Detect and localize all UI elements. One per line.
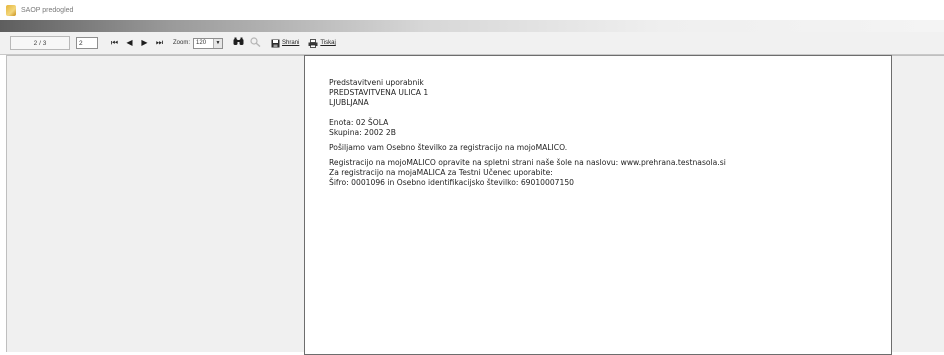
recipient-street: PREDSTAVITVENA ULICA 1 bbox=[329, 88, 429, 97]
chevron-down-icon[interactable]: ▼ bbox=[213, 38, 223, 48]
page-count-display: 2 / 3 bbox=[10, 36, 70, 50]
find-next-icon bbox=[250, 36, 261, 47]
credentials-line: Šifro: 0001096 in Osebno identifikacijsk… bbox=[329, 178, 574, 187]
find-button[interactable] bbox=[233, 37, 244, 49]
binoculars-icon bbox=[233, 37, 244, 45]
letter-content: Predstavitveni uporabnik PREDSTAVITVENA … bbox=[329, 78, 726, 188]
save-button[interactable]: Shrani bbox=[271, 39, 299, 48]
window-title: SAOP predogled bbox=[21, 6, 74, 14]
zoom-value: 120 bbox=[196, 40, 207, 46]
next-page-icon: ▶ bbox=[141, 38, 148, 47]
previous-page-icon: ◀ bbox=[126, 38, 133, 47]
recipient-city: LJUBLJANA bbox=[329, 98, 369, 107]
group-line: Skupina: 2002 2B bbox=[329, 128, 396, 137]
header-band bbox=[0, 20, 944, 32]
next-page-button[interactable]: ▶ bbox=[140, 37, 149, 49]
floppy-disk-icon bbox=[271, 39, 280, 47]
left-gutter bbox=[6, 55, 305, 352]
find-next-button[interactable] bbox=[250, 36, 261, 50]
page-number-input[interactable] bbox=[76, 37, 98, 49]
first-page-icon: ⏮ bbox=[110, 38, 119, 47]
report-page: Predstavitveni uporabnik PREDSTAVITVENA … bbox=[304, 55, 892, 355]
zoom-label: Zoom: bbox=[173, 40, 191, 46]
last-page-button[interactable]: ⏭ bbox=[155, 37, 164, 49]
first-page-button[interactable]: ⏮ bbox=[110, 37, 119, 49]
recipient-name: Predstavitveni uporabnik bbox=[329, 78, 424, 87]
last-page-icon: ⏭ bbox=[155, 38, 164, 47]
print-label: Tiskaj bbox=[320, 40, 336, 46]
registration-for: Za registracijo na mojaMALICA za Testni … bbox=[329, 168, 553, 177]
previous-page-button[interactable]: ◀ bbox=[125, 37, 134, 49]
intro-text: Pošiljamo vam Osebno številko za registr… bbox=[329, 143, 568, 152]
registration-info: Registracijo na mojoMALICO opravite na s… bbox=[329, 158, 726, 167]
preview-toolbar: 2 / 3 ⏮ ◀ ▶ ⏭ Zoom: 120 ▼ Shrani bbox=[0, 32, 944, 55]
app-icon bbox=[6, 4, 16, 16]
save-label: Shrani bbox=[282, 40, 300, 46]
printer-icon bbox=[308, 38, 318, 48]
unit-line: Enota: 02 ŠOLA bbox=[329, 118, 389, 127]
zoom-select[interactable]: 120 ▼ bbox=[193, 37, 224, 49]
title-bar: SAOP predogled bbox=[0, 0, 944, 20]
print-button[interactable]: Tiskaj bbox=[308, 38, 336, 48]
right-gutter bbox=[892, 55, 944, 352]
